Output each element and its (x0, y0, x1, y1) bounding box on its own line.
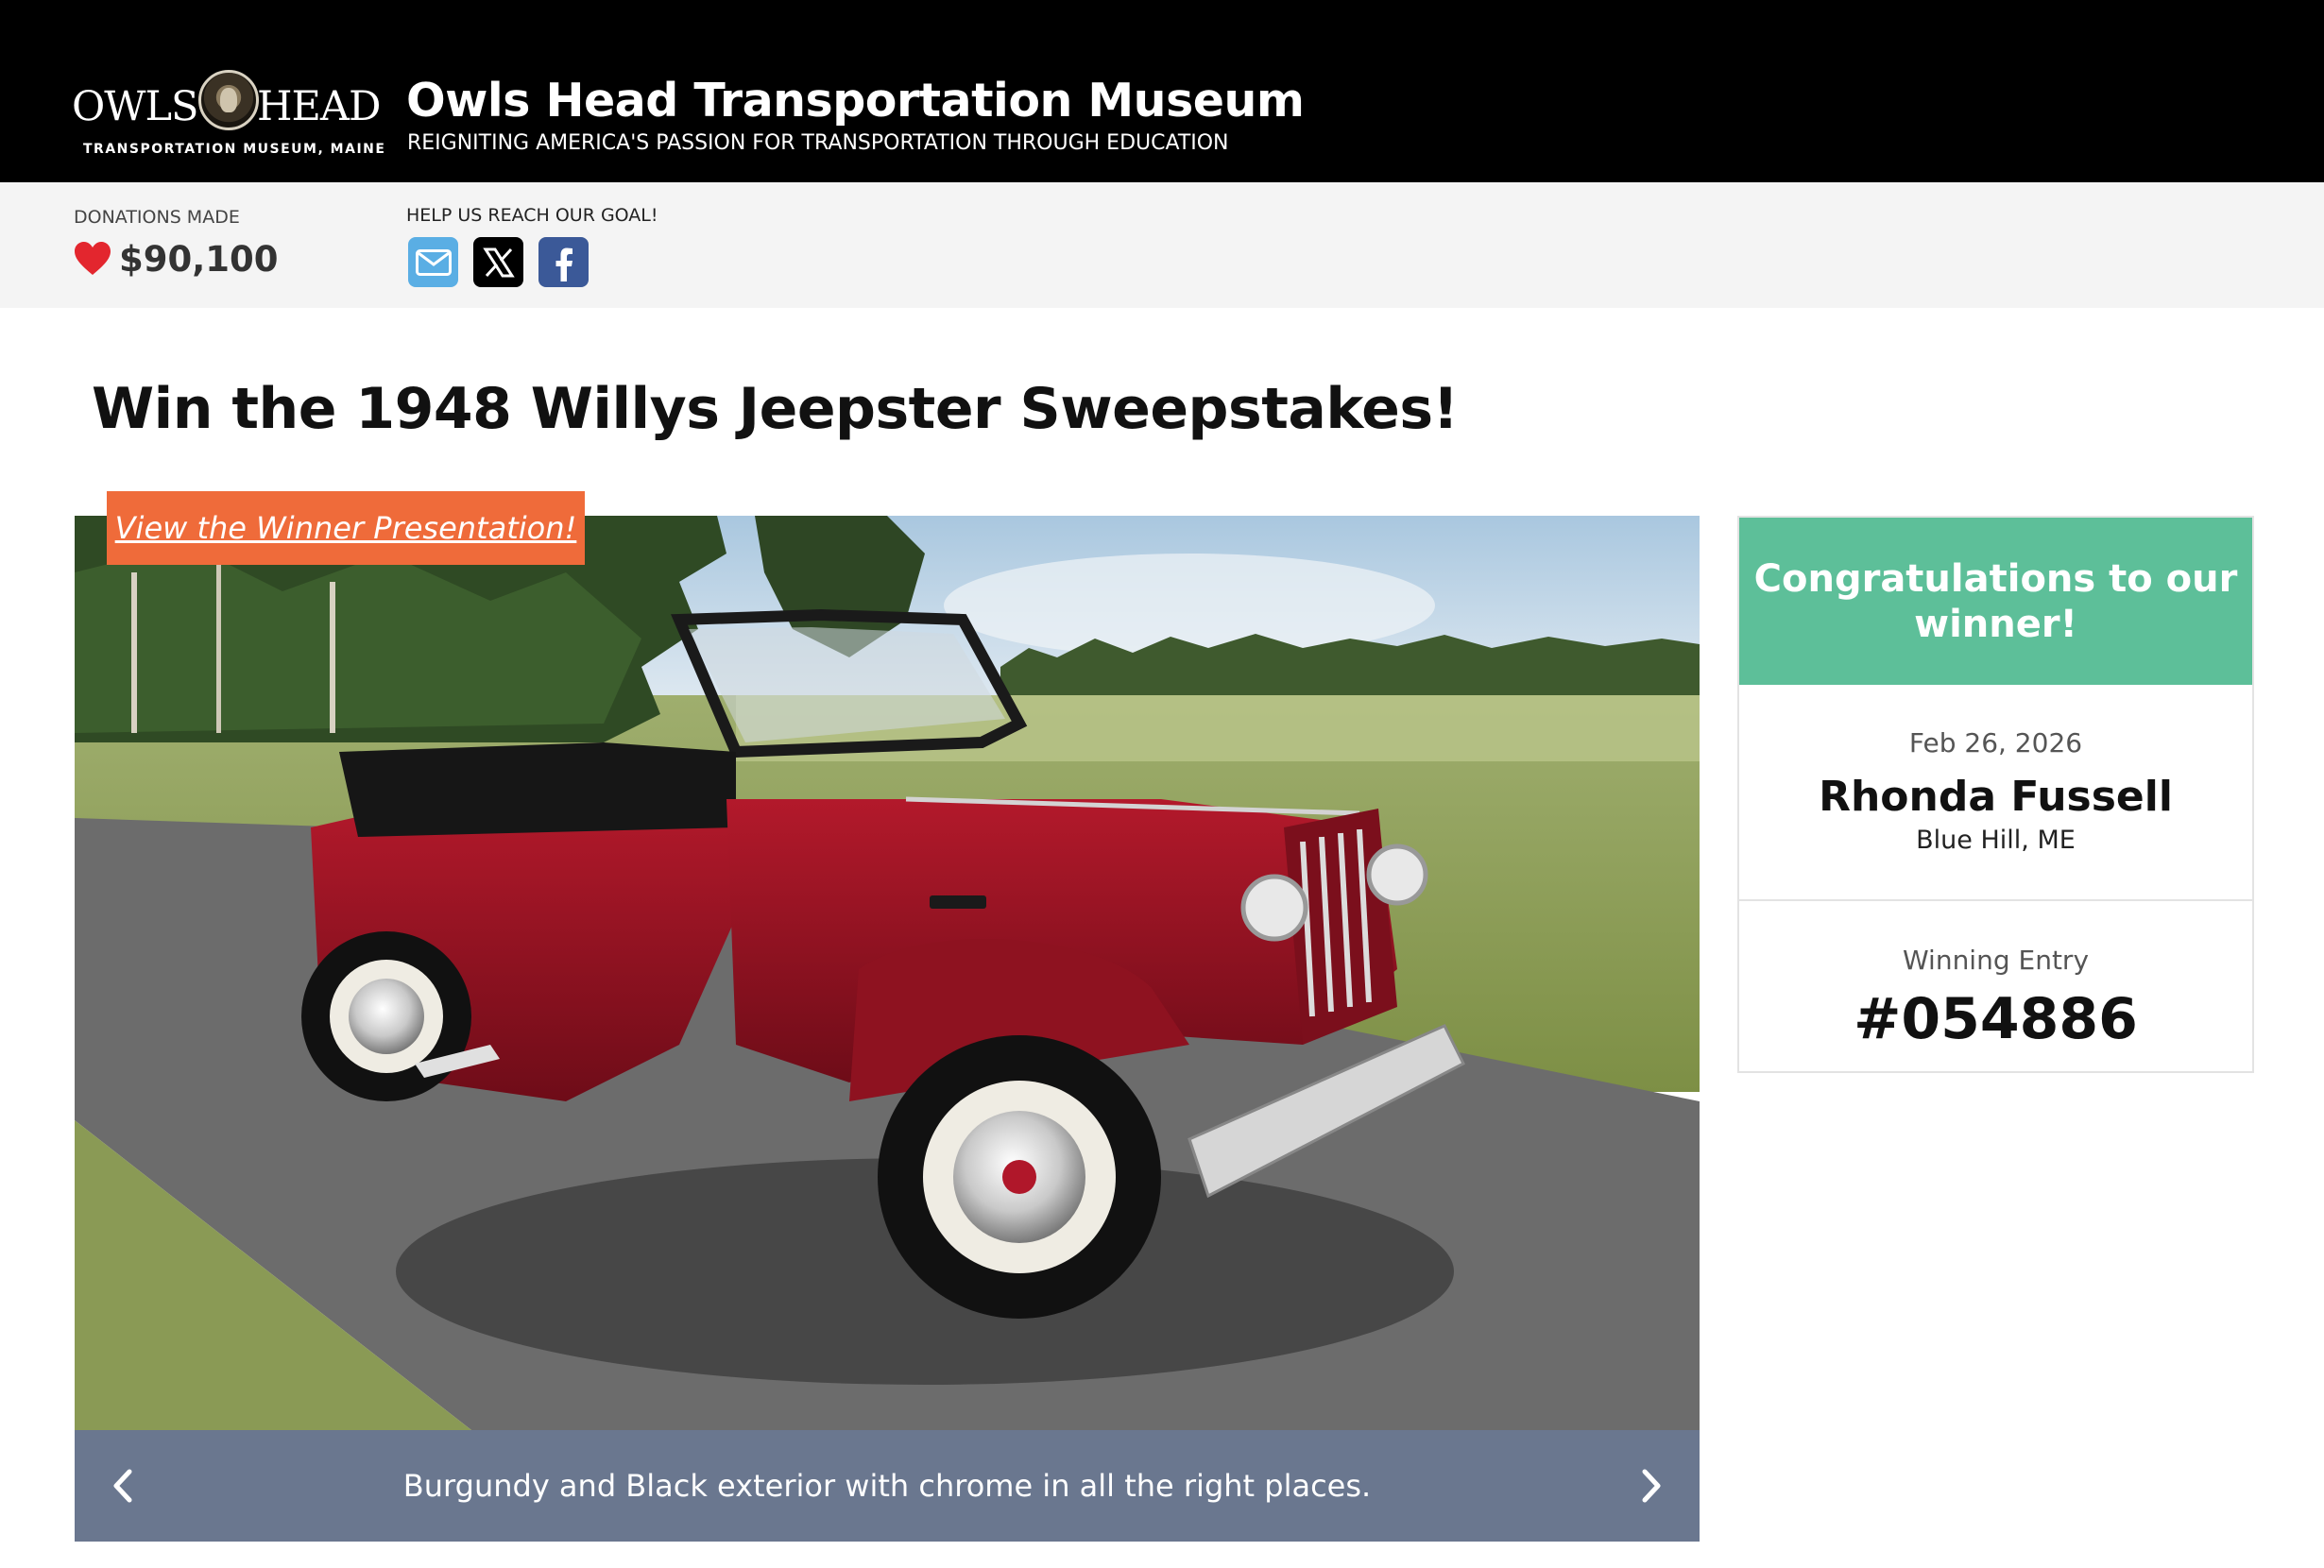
donations-amount: $90,100 (119, 238, 279, 280)
heart-icon (75, 242, 111, 275)
donations-total: $90,100 (74, 235, 279, 282)
share-buttons (408, 237, 589, 287)
site-tagline: REIGNITING AMERICA'S PASSION FOR TRANSPO… (407, 131, 1229, 155)
logo-word-head: HEAD (257, 83, 381, 130)
email-icon (415, 248, 452, 276)
winner-card-header: Congratulations to our winner! (1739, 518, 2252, 685)
winning-entry-label: Winning Entry (1902, 945, 2090, 976)
slide-caption: Burgundy and Black exterior with chrome … (402, 1468, 1372, 1504)
logo-word-owls: OWLS (72, 83, 198, 130)
jeepster-photo (75, 516, 1700, 1430)
view-winner-presentation-button[interactable]: View the Winner Presentation! (107, 491, 585, 565)
winner-location: Blue Hill, ME (1916, 826, 2076, 855)
share-x-button[interactable] (473, 237, 523, 287)
page-title: Win the 1948 Willys Jeepster Sweepstakes… (92, 376, 1459, 442)
donations-label: DONATIONS MADE (74, 207, 240, 228)
owl-emblem-icon (198, 70, 259, 130)
winner-card: Congratulations to our winner! Feb 26, 2… (1737, 516, 2254, 1073)
winning-entry-number: #054886 (1854, 986, 2138, 1052)
site-header: OWLS HEAD TRANSPORTATION MUSEUM, MAINE O… (0, 0, 2324, 182)
logo-subtitle: TRANSPORTATION MUSEUM, MAINE (83, 142, 386, 157)
winner-date: Feb 26, 2026 (1908, 727, 2083, 758)
winner-name: Rhonda Fussell (1819, 773, 2173, 821)
view-winner-presentation-label: View the Winner Presentation! (114, 510, 577, 546)
share-label: HELP US REACH OUR GOAL! (406, 205, 658, 226)
winner-heading: Congratulations to our winner! (1753, 556, 2238, 646)
donation-stats-bar: DONATIONS MADE $90,100 HELP US REACH OUR… (0, 182, 2324, 308)
caption-bar: Burgundy and Black exterior with chrome … (75, 1430, 1700, 1542)
share-facebook-button[interactable] (538, 237, 589, 287)
museum-logo[interactable]: OWLS HEAD TRANSPORTATION MUSEUM, MAINE (72, 66, 384, 165)
share-email-button[interactable] (408, 237, 458, 287)
image-carousel: Burgundy and Black exterior with chrome … (75, 516, 1700, 1542)
winner-divider (1739, 899, 2252, 901)
site-title[interactable]: Owls Head Transportation Museum (406, 74, 1305, 128)
x-icon (482, 247, 515, 277)
facebook-icon (555, 247, 572, 281)
previous-slide-arrow-icon[interactable] (101, 1462, 148, 1509)
next-slide-arrow-icon[interactable] (1626, 1462, 1673, 1509)
